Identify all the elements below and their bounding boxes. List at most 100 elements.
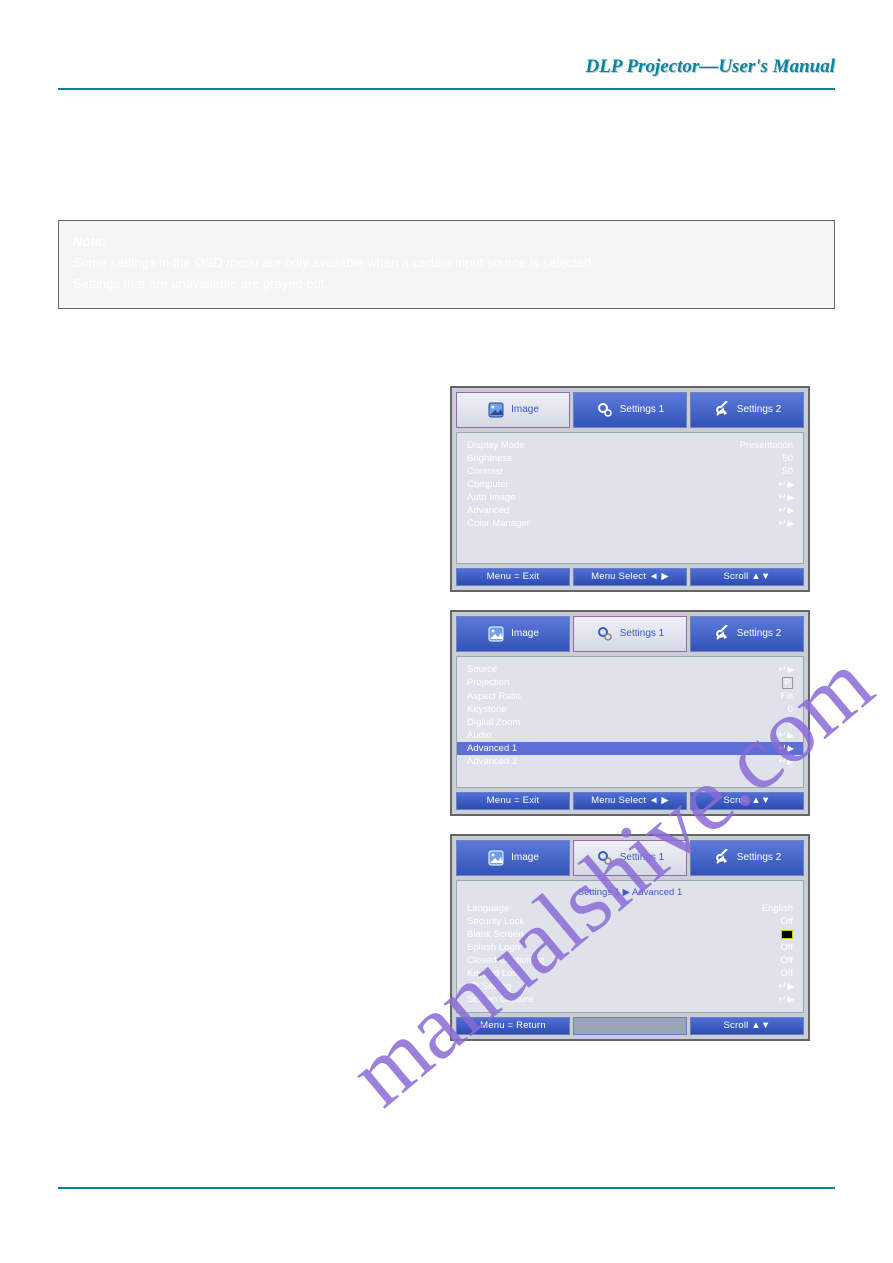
tab-label: Image — [511, 404, 539, 415]
osd-row-value: Fill — [781, 691, 793, 702]
footer-scroll[interactable]: Scroll ▲▼ — [690, 568, 804, 586]
osd-row[interactable]: Computer↵/▶ — [467, 478, 793, 491]
osd-row[interactable]: Advanced 2↵/▶ — [467, 755, 793, 768]
osd-body: Settings 1 ▶ Advanced 1 LanguageEnglishS… — [456, 880, 804, 1013]
osd-row-value: ↵/▶ — [778, 743, 793, 754]
wrench-icon — [713, 401, 731, 419]
osd-row[interactable]: Digital Zoom0 — [467, 716, 793, 729]
osd-row[interactable]: Display ModePresentation — [467, 439, 793, 452]
osd-row[interactable]: Language English — [467, 902, 793, 915]
osd-row-value — [781, 929, 793, 940]
osd-row[interactable]: Aspect RatioFill — [467, 690, 793, 703]
tab-settings1[interactable]: Settings 1 — [573, 392, 687, 428]
osd-row-value: English — [762, 903, 793, 914]
osd-breadcrumb: Settings 1 ▶ Advanced 1 — [467, 887, 793, 902]
osd-row-value: ↵/▶ — [778, 730, 793, 741]
page-number: — 21 — — [796, 1197, 835, 1212]
osd-row-value: 50 — [782, 466, 793, 477]
osd-row[interactable]: ProjectionP — [467, 676, 793, 690]
footer-menu-return[interactable]: Menu = Return — [456, 1017, 570, 1035]
footer-empty — [573, 1017, 687, 1035]
osd-row[interactable]: Contrast 50 — [467, 465, 793, 478]
wrench-icon — [713, 625, 731, 643]
osd-row[interactable]: Color Manager↵/▶ — [467, 517, 793, 530]
tab-settings2[interactable]: Settings 2 — [690, 840, 804, 876]
osd-row-label: Language — [467, 903, 509, 914]
osd-body: Source↵/▶ProjectionPAspect RatioFillKeys… — [456, 656, 804, 788]
osd-row[interactable]: Screen Capture ↵/▶ — [467, 993, 793, 1006]
tab-label: Settings 2 — [737, 404, 781, 415]
osd-row[interactable]: Auto Image↵/▶ — [467, 491, 793, 504]
osd-row-value: 0 — [788, 717, 793, 728]
header-title: DLP Projector—User's Manual — [586, 56, 835, 77]
image-icon — [487, 849, 505, 867]
step-number: 4. — [58, 705, 78, 725]
section-title: ON-SCREEN DISPLAY (OSD) MENU SETTINGS — [58, 120, 835, 150]
osd-row-value: ↵/▶ — [778, 994, 793, 1005]
osd-row[interactable]: Security Lock Off — [467, 915, 793, 928]
nav-intro: You can use the remote control cursor bu… — [58, 352, 835, 382]
osd-row-label: Brightness — [467, 453, 512, 464]
tab-image[interactable]: Image — [456, 840, 570, 876]
tab-label: Settings 2 — [737, 852, 781, 863]
wrench-icon — [713, 849, 731, 867]
intro-text: The projector has an OSD that lets you m… — [58, 193, 835, 208]
osd-row-value: Off — [781, 916, 794, 927]
note-line: Some settings in the OSD menu are only a… — [73, 254, 820, 273]
step-number: 6. — [58, 808, 78, 831]
step-text: Press ◄► to change values for settings. — [92, 705, 327, 725]
osd-row[interactable]: Brightness50 — [467, 452, 793, 465]
footer-menu-select[interactable]: Menu Select ◄ ▶ — [573, 568, 687, 586]
osd-row[interactable]: Splash LogoOff — [467, 941, 793, 954]
tab-settings2[interactable]: Settings 2 — [690, 616, 804, 652]
step-text: Press ↵ (Enter) to enter Advanced1 menu. — [92, 808, 345, 831]
step-number: 2. — [58, 555, 78, 594]
osd-row-label: Auto Image — [467, 492, 516, 503]
tab-settings1[interactable]: Settings 1 — [573, 616, 687, 652]
osd-row-value: ↵/▶ — [778, 518, 793, 529]
osd-row-value: ↵/▶ — [778, 505, 793, 516]
osd-row[interactable]: Blank Screen — [467, 928, 793, 941]
footer-menu-exit[interactable]: Menu = Exit — [456, 568, 570, 586]
osd-row[interactable]: Advanced ↵/▶ — [467, 504, 793, 517]
osd-row[interactable]: Audio ↵/▶ — [467, 729, 793, 742]
osd-row-label: Contrast — [467, 466, 503, 477]
osd-row-label: Audio — [467, 730, 491, 741]
tab-image[interactable]: Image — [456, 616, 570, 652]
gear-icon — [596, 401, 614, 419]
gear-icon — [596, 625, 614, 643]
osd-row-label: Security Lock — [467, 916, 524, 927]
osd-row-label: Projection — [467, 677, 509, 689]
tab-settings1[interactable]: Settings 1 — [573, 840, 687, 876]
step-text: Press MENU to close the OSD or leave a s… — [92, 757, 390, 777]
osd-row[interactable]: Keystone 0 — [467, 703, 793, 716]
osd-row-value: Presentation — [740, 440, 793, 451]
tab-label: Settings 2 — [737, 628, 781, 639]
footer-scroll[interactable]: Scroll ▲▼ — [690, 792, 804, 810]
osd-row-label: Advanced — [467, 505, 509, 516]
osd-row[interactable]: Advanced 1↵/▶ — [457, 742, 803, 755]
step-text: There are three menus. Press the cursor … — [92, 555, 428, 594]
tab-image[interactable]: Image — [456, 392, 570, 428]
osd-row[interactable]: Keypad LockOff — [467, 967, 793, 980]
footer-scroll[interactable]: Scroll ▲▼ — [690, 1017, 804, 1035]
osd-row-value: ↵/▶ — [778, 479, 793, 490]
image-icon — [487, 401, 505, 419]
osd-row-label: Source — [467, 664, 497, 675]
osd-row[interactable]: Closed CaptioningOff — [467, 954, 793, 967]
footer-menu-exit[interactable]: Menu = Exit — [456, 792, 570, 810]
footer-menu-select[interactable]: Menu Select ◄ ▶ — [573, 792, 687, 810]
osd-row-value: 0 — [788, 704, 793, 715]
osd-row-label: Splash Logo — [467, 942, 520, 953]
osd-column: Image Settings 1 Settings 2 — [450, 386, 835, 1059]
osd-row-label: Screen Capture — [467, 994, 534, 1005]
osd-row[interactable]: 3D Setting↵/▶ — [467, 980, 793, 993]
nav-heading: Navigating the OSD — [58, 331, 835, 346]
osd-panel-settings1: Image Settings 1 Settings 2 — [450, 610, 810, 816]
osd-row-value: ↵/▶ — [778, 981, 793, 992]
osd-row[interactable]: Source↵/▶ — [467, 663, 793, 676]
osd-row-label: Keystone — [467, 704, 507, 715]
page-header: DLP Projector—User's Manual — [58, 56, 835, 90]
tab-label: Image — [511, 852, 539, 863]
tab-settings2[interactable]: Settings 2 — [690, 392, 804, 428]
